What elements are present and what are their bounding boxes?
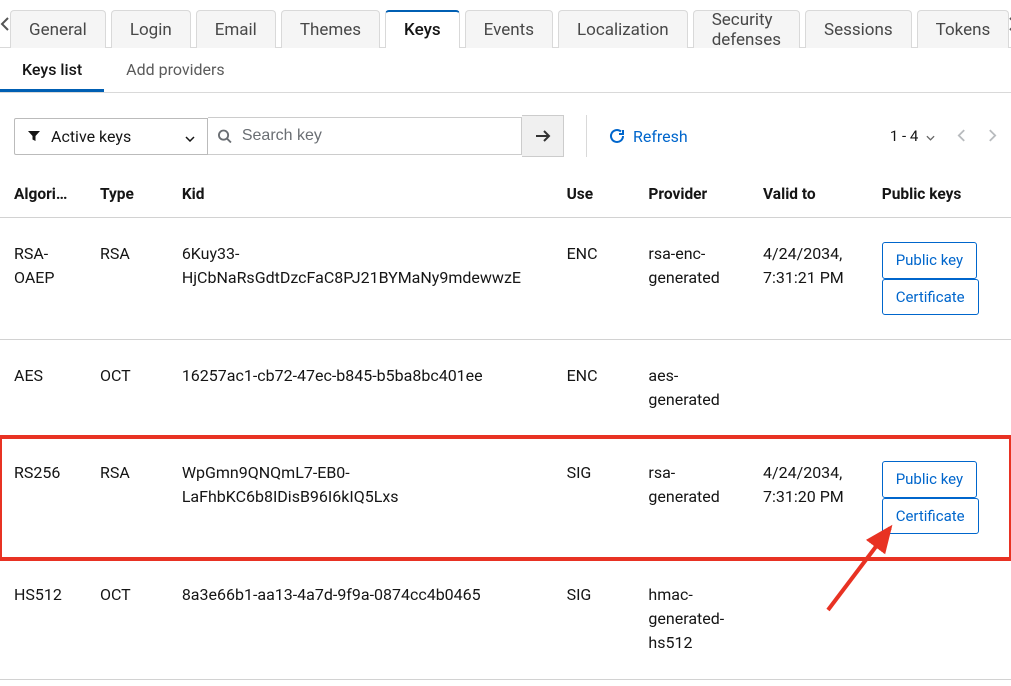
cell-use: ENC (553, 218, 635, 340)
tab-general[interactable]: General (10, 10, 106, 48)
cell-type: RSA (86, 437, 168, 559)
refresh-label: Refresh (633, 127, 688, 146)
cell-actions: Public keyCertificate (868, 218, 1011, 340)
cell-validto (749, 559, 868, 680)
search-icon (218, 129, 232, 144)
cell-provider: aes-generated (634, 340, 749, 437)
table-row: HS512OCT8a3e66b1-aa13-4a7d-9f9a-0874cc4b… (0, 559, 1011, 680)
cell-use: SIG (553, 437, 635, 559)
search-field-wrap (208, 117, 522, 155)
caret-down-icon (926, 135, 935, 141)
col-validto[interactable]: Valid to (749, 171, 868, 218)
page-range-label: 1 - 4 (890, 127, 918, 145)
tab-login[interactable]: Login (111, 10, 191, 48)
col-publickeys[interactable]: Public keys (868, 171, 1011, 218)
keys-table: Algori… Type Kid Use Provider Valid to P… (0, 171, 1011, 680)
cell-kid: 8a3e66b1-aa13-4a7d-9f9a-0874cc4b0465 (168, 559, 553, 680)
toolbar: Active keys Refresh 1 - 4 (0, 93, 1011, 171)
col-provider[interactable]: Provider (634, 171, 749, 218)
cell-kid: WpGmn9QNQmL7-EB0-LaFhbKC6b8IDisB96I6kIQ5… (168, 437, 553, 559)
cell-type: RSA (86, 218, 168, 340)
chevron-left-icon (957, 129, 966, 142)
tab-localization[interactable]: Localization (558, 10, 688, 48)
page-prev[interactable] (957, 127, 966, 146)
tab-sessions[interactable]: Sessions (805, 10, 912, 48)
cell-kid: 6Kuy33-HjCbNaRsGdtDzcFaC8PJ21BYMaNy9mdew… (168, 218, 553, 340)
tab-events[interactable]: Events (465, 10, 553, 48)
tab-security-defenses[interactable]: Security defenses (693, 10, 800, 48)
pager: 1 - 4 (890, 127, 997, 146)
chevron-left-icon (0, 17, 10, 31)
cell-provider: rsa-generated (634, 437, 749, 559)
cell-algorithm: RS256 (0, 437, 86, 559)
cell-type: OCT (86, 340, 168, 437)
public-key-button[interactable]: Public key (882, 461, 977, 498)
cell-type: OCT (86, 559, 168, 680)
filter-icon (27, 129, 41, 143)
chevron-right-icon (988, 129, 997, 142)
cell-actions: Public keyCertificate (868, 437, 1011, 559)
page-range[interactable]: 1 - 4 (890, 127, 935, 145)
subtab-keys-list[interactable]: Keys list (0, 48, 104, 92)
refresh-icon (609, 128, 625, 144)
cell-actions (868, 559, 1011, 680)
tab-themes[interactable]: Themes (281, 10, 380, 48)
cell-validto: 4/24/2034, 7:31:20 PM (749, 437, 868, 559)
main-tabs: GeneralLoginEmailThemesKeysEventsLocaliz… (0, 0, 1011, 48)
cell-algorithm: AES (0, 340, 86, 437)
filter-dropdown[interactable]: Active keys (14, 118, 208, 155)
subtab-add-providers[interactable]: Add providers (104, 48, 247, 92)
certificate-button[interactable]: Certificate (882, 279, 979, 316)
col-type[interactable]: Type (86, 171, 168, 218)
tab-keys[interactable]: Keys (385, 10, 460, 48)
cell-actions (868, 340, 1011, 437)
table-row: RS256RSAWpGmn9QNQmL7-EB0-LaFhbKC6b8IDisB… (0, 437, 1011, 559)
cell-validto: 4/24/2034, 7:31:21 PM (749, 218, 868, 340)
col-algorithm[interactable]: Algori… (0, 171, 86, 218)
table-row: AESOCT16257ac1-cb72-47ec-b845-b5ba8bc401… (0, 340, 1011, 437)
search-input[interactable] (240, 126, 511, 146)
sub-tabs: Keys listAdd providers (0, 48, 1011, 93)
cell-validto (749, 340, 868, 437)
cell-provider: rsa-enc-generated (634, 218, 749, 340)
cell-algorithm: HS512 (0, 559, 86, 680)
tabs-scroll-left[interactable] (0, 0, 10, 47)
filter-label: Active keys (51, 127, 131, 146)
arrow-right-icon (535, 129, 551, 143)
divider (586, 115, 587, 157)
refresh-button[interactable]: Refresh (609, 127, 688, 146)
cell-algorithm: RSA-OAEP (0, 218, 86, 340)
table-row: RSA-OAEPRSA6Kuy33-HjCbNaRsGdtDzcFaC8PJ21… (0, 218, 1011, 340)
col-kid[interactable]: Kid (168, 171, 553, 218)
certificate-button[interactable]: Certificate (882, 498, 979, 535)
cell-provider: hmac-generated-hs512 (634, 559, 749, 680)
cell-kid: 16257ac1-cb72-47ec-b845-b5ba8bc401ee (168, 340, 553, 437)
col-use[interactable]: Use (553, 171, 635, 218)
cell-use: ENC (553, 340, 635, 437)
public-key-button[interactable]: Public key (882, 242, 977, 279)
cell-use: SIG (553, 559, 635, 680)
tab-tokens[interactable]: Tokens (917, 10, 1010, 48)
page-next[interactable] (988, 127, 997, 146)
caret-down-icon (185, 127, 195, 146)
search-go-button[interactable] (522, 115, 564, 157)
tab-email[interactable]: Email (196, 10, 276, 48)
